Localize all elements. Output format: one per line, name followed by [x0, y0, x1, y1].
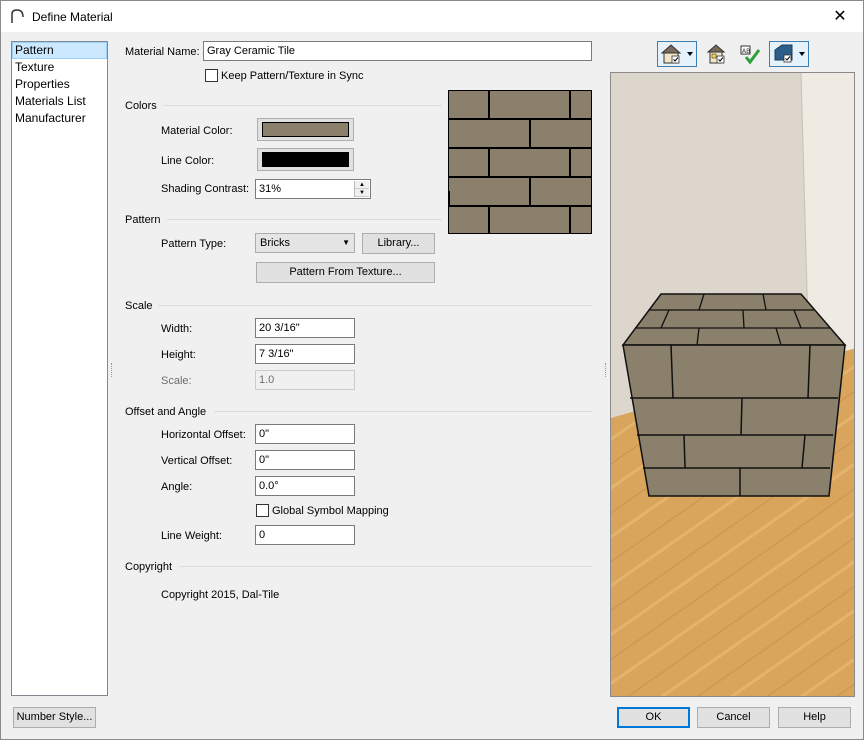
copyright-text: Copyright 2015, Dal-Tile — [161, 589, 280, 601]
close-button[interactable]: ✕ — [817, 1, 863, 32]
height-label: Height: — [161, 349, 196, 361]
line-color-label: Line Color: — [161, 155, 215, 167]
view-mode-dropdown[interactable] — [657, 41, 697, 67]
material-color-button[interactable] — [257, 118, 354, 141]
global-symbol-mapping-checkbox[interactable] — [256, 504, 269, 517]
house-view-icon — [660, 44, 693, 64]
nav-item-texture[interactable]: Texture — [12, 59, 107, 76]
vertical-offset-label: Vertical Offset: — [161, 455, 233, 467]
material-color-swatch — [262, 122, 349, 137]
line-weight-input[interactable]: 0 — [255, 525, 355, 545]
colors-heading: Colors — [125, 100, 157, 112]
keep-sync-label: Keep Pattern/Texture in Sync — [221, 70, 364, 82]
pattern-type-dropdown[interactable]: Bricks ▼ — [255, 233, 355, 253]
line-weight-label: Line Weight: — [161, 530, 222, 542]
keep-sync-checkbox[interactable] — [205, 69, 218, 82]
pattern-type-value: Bricks — [260, 237, 290, 249]
nav-item-manufacturer[interactable]: Manufacturer — [12, 110, 107, 127]
horizontal-offset-input[interactable]: 0" — [255, 424, 355, 444]
material-name-label: Material Name: — [125, 46, 200, 58]
line-color-button[interactable] — [257, 148, 354, 171]
splitter-grip[interactable] — [111, 363, 114, 377]
splitter-grip-right[interactable] — [605, 363, 608, 377]
number-style-button[interactable]: Number Style... — [13, 707, 96, 728]
shading-contrast-label: Shading Contrast: — [161, 183, 250, 195]
line-color-swatch — [262, 152, 349, 167]
pattern-preview — [448, 90, 592, 234]
nav-item-pattern[interactable]: Pattern — [12, 42, 107, 59]
pattern-divider — [167, 219, 442, 220]
check-mark-icon: AB — [740, 45, 761, 65]
global-symbol-mapping-label: Global Symbol Mapping — [272, 505, 389, 517]
3d-preview-render — [611, 73, 854, 696]
pattern-from-texture-button[interactable]: Pattern From Texture... — [256, 262, 435, 283]
spin-down-icon[interactable]: ▼ — [355, 189, 369, 197]
cube-view-icon — [774, 44, 805, 63]
shading-contrast-spinbox[interactable]: 31% ▲ ▼ — [255, 179, 371, 199]
angle-input[interactable]: 0.0° — [255, 476, 355, 496]
app-arch-icon — [11, 9, 24, 23]
scale-heading: Scale — [125, 300, 153, 312]
height-input[interactable]: 7 3/16" — [255, 344, 355, 364]
scale-divider — [158, 305, 592, 306]
define-material-dialog: Define Material ✕ Pattern Texture Proper… — [0, 0, 864, 740]
chevron-down-icon: ▼ — [342, 238, 350, 247]
copyright-heading: Copyright — [125, 561, 173, 573]
nav-item-materials-list[interactable]: Materials List — [12, 93, 107, 110]
spin-up-icon[interactable]: ▲ — [355, 181, 369, 189]
colors-divider — [163, 105, 442, 106]
category-list[interactable]: Pattern Texture Properties Materials Lis… — [11, 41, 108, 696]
horizontal-offset-label: Horizontal Offset: — [161, 429, 246, 441]
3d-preview-viewport[interactable] — [610, 72, 855, 697]
vertical-offset-input[interactable]: 0" — [255, 450, 355, 470]
title-bar: Define Material ✕ — [1, 1, 863, 32]
width-label: Width: — [161, 323, 193, 335]
copyright-divider — [179, 566, 592, 567]
width-input[interactable]: 20 3/16" — [255, 318, 355, 338]
angle-label: Angle: — [161, 481, 193, 493]
ok-button[interactable]: OK — [617, 707, 690, 728]
pattern-heading: Pattern — [125, 214, 161, 226]
shading-spin-buttons[interactable]: ▲ ▼ — [354, 181, 369, 197]
scale-input: 1.0 — [255, 370, 355, 390]
apply-check-button[interactable]: AB — [736, 41, 764, 67]
pattern-type-label: Pattern Type: — [161, 238, 227, 250]
material-name-input[interactable]: Gray Ceramic Tile — [203, 41, 592, 61]
close-icon: ✕ — [833, 8, 847, 25]
cube-view-dropdown[interactable] — [769, 41, 809, 67]
scale-label: Scale: — [161, 375, 192, 387]
material-preview-button[interactable] — [703, 41, 731, 67]
material-color-label: Material Color: — [161, 125, 233, 137]
offset-divider — [214, 411, 592, 412]
offset-angle-heading: Offset and Angle — [125, 406, 207, 418]
shading-contrast-value: 31% — [259, 183, 282, 195]
cancel-button[interactable]: Cancel — [697, 707, 770, 728]
help-button[interactable]: Help — [778, 707, 851, 728]
nav-item-properties[interactable]: Properties — [12, 76, 107, 93]
svg-text:AB: AB — [742, 48, 750, 55]
library-button[interactable]: Library... — [362, 233, 435, 254]
window-title: Define Material — [32, 10, 113, 24]
material-preview-icon — [706, 44, 726, 64]
